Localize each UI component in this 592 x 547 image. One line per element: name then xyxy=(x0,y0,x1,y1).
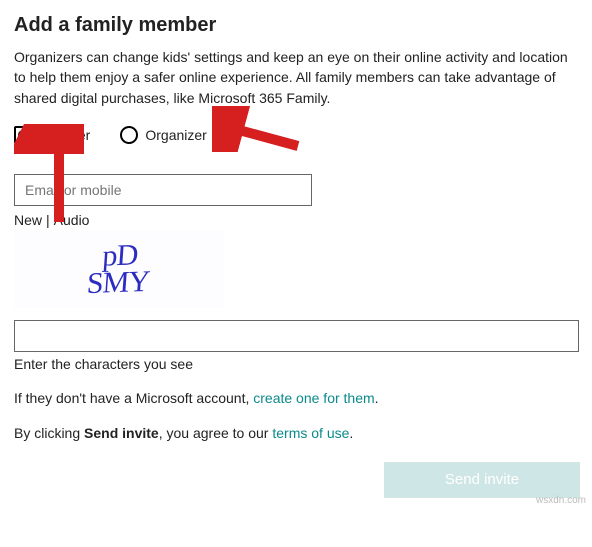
terms-suffix: . xyxy=(349,425,353,441)
radio-unselected-icon xyxy=(120,126,138,144)
no-account-suffix: . xyxy=(375,390,379,406)
captcha-image: pDSMY xyxy=(14,230,224,308)
role-organizer-label: Organizer xyxy=(145,127,206,143)
terms-prefix: By clicking xyxy=(14,425,84,441)
terms-link[interactable]: terms of use xyxy=(272,425,349,441)
role-member-label: Member xyxy=(39,127,90,143)
watermark: wsxdn.com xyxy=(536,495,586,506)
radio-selected-icon xyxy=(14,126,32,144)
captcha-input[interactable] xyxy=(14,320,579,352)
email-or-mobile-input[interactable] xyxy=(14,174,312,206)
terms-middle: , you agree to our xyxy=(159,425,273,441)
terms-bold: Send invite xyxy=(84,425,159,441)
send-invite-button[interactable]: Send invite xyxy=(384,462,580,498)
no-account-prefix: If they don't have a Microsoft account, xyxy=(14,390,253,406)
no-account-line: If they don't have a Microsoft account, … xyxy=(14,388,580,409)
captcha-audio-link[interactable]: Audio xyxy=(54,212,90,228)
captcha-image-text: pDSMY xyxy=(86,241,152,297)
role-member-option[interactable]: Member xyxy=(14,126,90,144)
captcha-separator: | xyxy=(46,212,50,228)
create-account-link[interactable]: create one for them xyxy=(253,390,374,406)
terms-line: By clicking Send invite, you agree to ou… xyxy=(14,423,580,444)
role-organizer-option[interactable]: Organizer xyxy=(120,126,206,144)
captcha-controls: New|Audio xyxy=(14,212,580,228)
page-description: Organizers can change kids' settings and… xyxy=(14,47,580,108)
captcha-new-link[interactable]: New xyxy=(14,212,42,228)
role-radio-group: Member Organizer xyxy=(14,126,580,144)
page-title: Add a family member xyxy=(14,14,580,37)
captcha-input-label: Enter the characters you see xyxy=(14,356,580,372)
